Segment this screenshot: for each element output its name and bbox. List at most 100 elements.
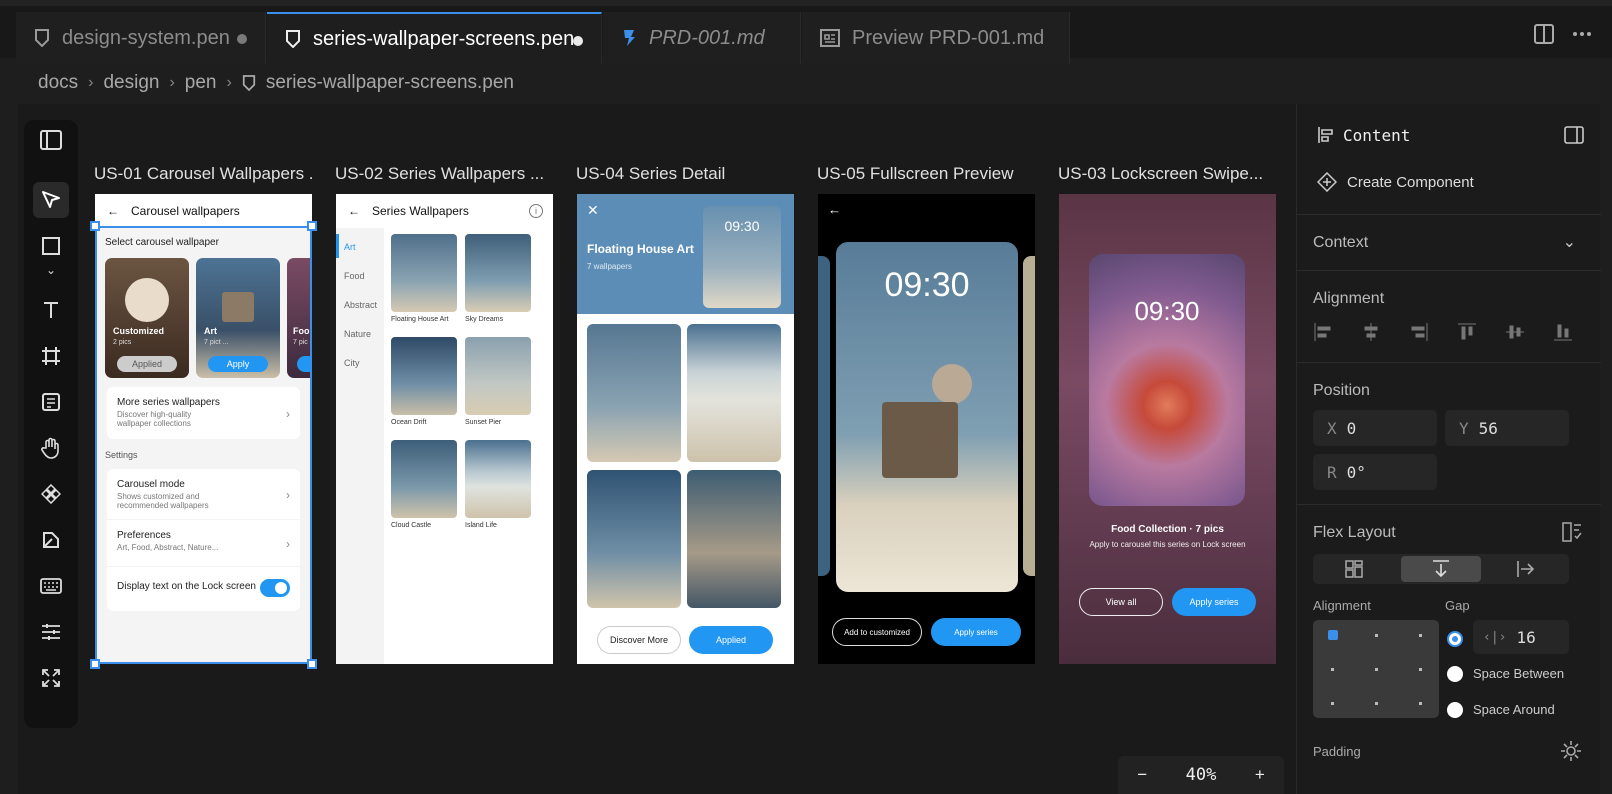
category-city[interactable]: City xyxy=(344,358,360,368)
frame-lockscreen-swipe[interactable]: 09:30 Food Collection · 7 pics Apply to … xyxy=(1059,194,1276,664)
gap-radio[interactable] xyxy=(1447,631,1463,647)
wallpaper-thumb[interactable] xyxy=(465,440,531,518)
wallpaper-thumb[interactable] xyxy=(391,440,457,518)
position-y-field[interactable]: Y 56 xyxy=(1445,410,1569,446)
zoom-level[interactable]: 40% xyxy=(1186,765,1217,785)
space-around-radio[interactable] xyxy=(1447,702,1463,718)
align-center-h-icon[interactable] xyxy=(1361,322,1381,342)
fullscreen-wallpaper[interactable]: 09:30 xyxy=(836,242,1018,592)
zoom-in-button[interactable]: + xyxy=(1255,765,1265,785)
resize-handle[interactable] xyxy=(90,659,100,669)
wallpaper-tile-customized[interactable]: Customized 2 pics Applied xyxy=(105,258,189,378)
hand-tool-button[interactable] xyxy=(33,430,69,466)
chevron-down-icon[interactable]: ⌄ xyxy=(1563,232,1576,252)
resize-handle[interactable] xyxy=(307,659,317,669)
style-tool-button[interactable] xyxy=(33,522,69,558)
create-component-button[interactable]: Create Component xyxy=(1317,172,1474,192)
prev-wallpaper-peek[interactable] xyxy=(818,256,830,576)
back-arrow-icon[interactable]: ← xyxy=(348,204,360,218)
carousel-mode-row[interactable]: Carousel mode Shows customized and recom… xyxy=(107,469,300,519)
wallpaper-thumb[interactable] xyxy=(687,470,781,608)
apply-button[interactable]: Apply xyxy=(208,356,268,372)
align-bottom-icon[interactable] xyxy=(1553,322,1573,342)
frame-title-us04[interactable]: US-04 Series Detail xyxy=(576,164,794,184)
shape-menu-button[interactable]: ⌄ xyxy=(33,260,69,280)
wallpaper-thumb[interactable] xyxy=(587,470,681,608)
toggle-layers-button[interactable] xyxy=(33,122,69,158)
display-text-toggle[interactable] xyxy=(260,579,290,597)
tab-design-system[interactable]: design-system.pen xyxy=(16,12,266,64)
wallpaper-thumb[interactable] xyxy=(687,324,781,462)
align-cell-active[interactable] xyxy=(1328,630,1338,640)
select-tool-button[interactable] xyxy=(33,182,69,218)
frame-fullscreen-preview[interactable]: ← 09:30 Add to customized Apply series xyxy=(818,194,1035,664)
tab-series-wallpaper-screens[interactable]: series-wallpaper-screens.pen xyxy=(267,12,602,64)
arrow-right-icon[interactable] xyxy=(1517,560,1535,578)
align-cell[interactable] xyxy=(1375,668,1378,671)
wallpaper-tile-art[interactable]: Art 7 pict ... Apply xyxy=(196,258,280,378)
wallpaper-thumb[interactable] xyxy=(391,234,457,312)
split-editor-icon[interactable] xyxy=(1534,24,1554,44)
breadcrumb-design[interactable]: design xyxy=(103,72,159,94)
breadcrumb-file[interactable]: series-wallpaper-screens.pen xyxy=(266,72,514,94)
frame-series-wallpapers[interactable]: ← Series Wallpapers i Art Food Abstract … xyxy=(336,194,553,664)
align-center-v-icon[interactable] xyxy=(1505,322,1525,342)
keyboard-button[interactable] xyxy=(33,568,69,604)
wallpaper-tile-food[interactable]: Foo 7 pic xyxy=(287,258,312,378)
category-food[interactable]: Food xyxy=(344,271,365,281)
more-actions-icon[interactable] xyxy=(1572,24,1592,44)
frame-title-us02[interactable]: US-02 Series Wallpapers ... xyxy=(335,164,553,184)
lockscreen-wallpaper[interactable]: 09:30 xyxy=(1089,254,1245,506)
frame-carousel-wallpapers[interactable]: ← Carousel wallpapers Select carousel wa… xyxy=(95,194,312,664)
component-tool-button[interactable] xyxy=(33,476,69,512)
view-all-button[interactable]: View all xyxy=(1079,588,1163,616)
close-icon[interactable]: ✕ xyxy=(587,202,599,219)
next-wallpaper-peek[interactable] xyxy=(1023,256,1035,576)
apply-series-button[interactable]: Apply series xyxy=(1172,588,1256,616)
wallpaper-thumb[interactable] xyxy=(465,234,531,312)
layout-options-icon[interactable] xyxy=(1562,522,1582,542)
alignment-grid[interactable] xyxy=(1313,620,1439,718)
category-abstract[interactable]: Abstract xyxy=(344,300,377,310)
frame-series-detail[interactable]: ✕ Floating House Art 7 wallpapers 09:30 … xyxy=(577,194,794,664)
zoom-out-button[interactable]: − xyxy=(1137,765,1147,785)
breadcrumb-pen[interactable]: pen xyxy=(185,72,217,94)
frame-title-us01[interactable]: US-01 Carousel Wallpapers ... xyxy=(94,164,312,184)
category-art[interactable]: Art xyxy=(344,242,356,252)
gap-field[interactable]: ‹|› 16 xyxy=(1473,620,1569,654)
back-arrow-icon[interactable]: ← xyxy=(107,204,119,218)
fit-screen-button[interactable] xyxy=(33,660,69,696)
align-cell[interactable] xyxy=(1419,634,1422,637)
apply-series-button[interactable]: Apply series xyxy=(931,618,1021,646)
text-tool-button[interactable] xyxy=(33,292,69,328)
applied-button[interactable]: Applied xyxy=(689,626,773,654)
grid-layout-icon[interactable] xyxy=(1345,560,1363,578)
space-between-radio[interactable] xyxy=(1447,666,1463,682)
align-cell[interactable] xyxy=(1419,668,1422,671)
apply-button[interactable] xyxy=(297,356,312,372)
align-left-icon[interactable] xyxy=(1313,322,1333,342)
resize-handle[interactable] xyxy=(90,221,100,231)
discover-more-button[interactable]: Discover More xyxy=(597,626,681,654)
resize-handle[interactable] xyxy=(307,221,317,231)
rectangle-tool-button[interactable] xyxy=(33,228,69,264)
align-cell[interactable] xyxy=(1331,668,1334,671)
align-cell[interactable] xyxy=(1331,702,1334,705)
tab-prd-md[interactable]: PRD-001.md xyxy=(603,12,801,64)
category-nature[interactable]: Nature xyxy=(344,329,371,339)
adjustments-button[interactable] xyxy=(33,614,69,650)
frame-title-us03[interactable]: US-03 Lockscreen Swipe... xyxy=(1058,164,1276,184)
align-cell[interactable] xyxy=(1375,702,1378,705)
align-right-icon[interactable] xyxy=(1409,322,1429,342)
wallpaper-thumb[interactable] xyxy=(391,337,457,415)
more-series-card[interactable]: More series wallpapers Discover high-qua… xyxy=(107,387,300,439)
panel-toggle-icon[interactable] xyxy=(1564,126,1584,144)
add-to-customized-button[interactable]: Add to customized xyxy=(832,618,922,646)
context-section[interactable]: Context xyxy=(1313,234,1368,252)
frame-title-us05[interactable]: US-05 Fullscreen Preview xyxy=(817,164,1035,184)
vertical-layout-button[interactable] xyxy=(1401,556,1481,582)
tab-preview-prd[interactable]: Preview PRD-001.md xyxy=(802,12,1070,64)
note-tool-button[interactable] xyxy=(33,384,69,420)
align-cell[interactable] xyxy=(1375,634,1378,637)
applied-button[interactable]: Applied xyxy=(117,356,177,372)
